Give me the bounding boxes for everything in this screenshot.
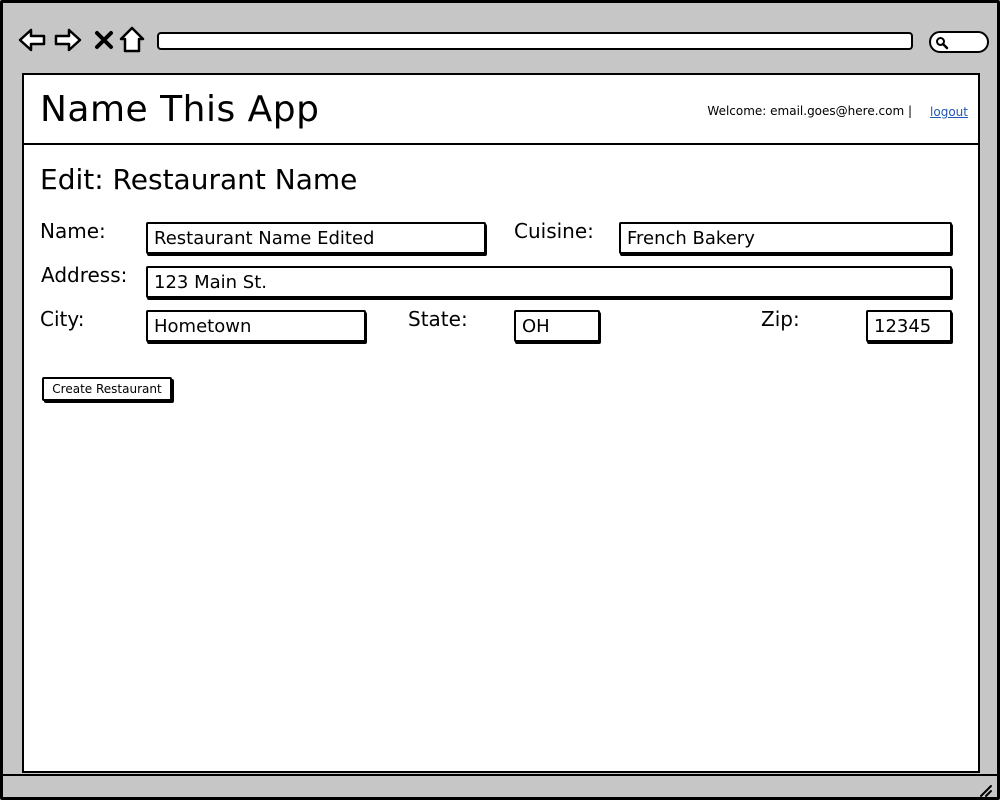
city-input[interactable] bbox=[146, 310, 366, 342]
address-label: Address: bbox=[41, 263, 128, 287]
state-input[interactable] bbox=[514, 310, 600, 342]
app-title: Name This App bbox=[40, 89, 320, 130]
app-header: Name This App Welcome: email.goes@here.c… bbox=[24, 73, 978, 145]
browser-window: Name This App Welcome: email.goes@here.c… bbox=[0, 0, 1000, 800]
state-label: State: bbox=[408, 307, 468, 331]
status-bar bbox=[3, 774, 997, 800]
name-label: Name: bbox=[40, 219, 106, 243]
page-viewport: Name This App Welcome: email.goes@here.c… bbox=[22, 73, 980, 773]
stop-button[interactable] bbox=[89, 25, 119, 55]
arrow-right-icon bbox=[54, 28, 82, 52]
close-icon bbox=[95, 31, 113, 49]
home-button[interactable] bbox=[117, 25, 147, 55]
city-label: City: bbox=[40, 307, 85, 331]
cuisine-input[interactable] bbox=[619, 222, 952, 254]
cuisine-label: Cuisine: bbox=[514, 219, 594, 243]
logout-link[interactable]: logout bbox=[930, 105, 968, 119]
browser-toolbar bbox=[3, 3, 997, 71]
back-button[interactable] bbox=[17, 25, 47, 55]
zip-input[interactable] bbox=[866, 310, 952, 342]
browser-search-box[interactable] bbox=[929, 31, 989, 53]
resize-grip-icon[interactable] bbox=[977, 782, 993, 798]
page-title: Edit: Restaurant Name bbox=[40, 163, 358, 196]
name-input[interactable] bbox=[146, 222, 486, 254]
zip-label: Zip: bbox=[761, 307, 800, 331]
create-restaurant-button[interactable]: Create Restaurant bbox=[42, 377, 172, 401]
address-bar[interactable] bbox=[157, 32, 913, 50]
home-icon bbox=[119, 26, 145, 53]
arrow-left-icon bbox=[18, 28, 46, 52]
search-icon bbox=[936, 37, 949, 50]
welcome-text: Welcome: email.goes@here.com | bbox=[707, 104, 912, 118]
address-input[interactable] bbox=[146, 266, 952, 298]
forward-button[interactable] bbox=[53, 25, 83, 55]
